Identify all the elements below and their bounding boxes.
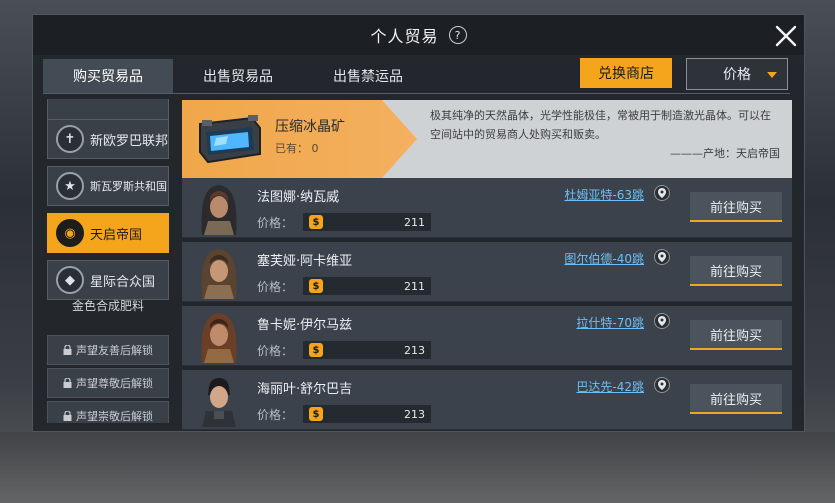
price-value: 211	[404, 279, 426, 293]
price-bar: $ 213	[303, 341, 432, 359]
trader-row: 鲁卡妮·伊尔马兹 价格： $ 213 拉什特-70跳 前往购买	[182, 306, 792, 366]
close-icon[interactable]	[774, 24, 798, 48]
price-label: 价格：	[257, 215, 294, 230]
go-buy-button[interactable]: 前往购买	[690, 384, 782, 414]
location-link[interactable]: 图尔伯德-40跳	[564, 250, 644, 267]
background-city-band	[0, 432, 835, 503]
item-origin: ———产地：天启帝国	[670, 147, 780, 160]
tab-bar: 购买贸易品 出售贸易品 出售禁运品	[43, 59, 433, 93]
tab-buy-goods[interactable]: 购买贸易品	[43, 59, 173, 93]
price-bar: $ 211	[303, 277, 432, 295]
location-link[interactable]: 杜姆亚特-63跳	[564, 186, 644, 203]
location-link[interactable]: 拉什特-70跳	[576, 314, 644, 331]
price-label: 价格：	[257, 279, 294, 294]
header-divider	[43, 93, 790, 94]
lock-icon	[63, 411, 72, 421]
price-row: 价格： $ 211	[257, 277, 435, 295]
go-buy-button[interactable]: 前往购买	[690, 192, 782, 222]
faction-name: 新欧罗巴联邦	[90, 133, 169, 149]
locked-label: 声望尊敬后解锁	[76, 377, 153, 390]
lock-icon	[63, 345, 72, 355]
trader-portrait	[190, 245, 248, 299]
trader-portrait	[190, 373, 248, 427]
trader-name: 海丽叶·舒尔巴吉	[257, 382, 353, 397]
trader-name: 鲁卡妮·伊尔马兹	[257, 318, 353, 333]
currency-icon: $	[309, 215, 324, 229]
currency-icon: $	[309, 343, 324, 357]
locked-label: 声望崇敬后解锁	[76, 410, 153, 423]
locked-item-revered: 声望崇敬后解锁	[47, 401, 169, 423]
trader-row: 海丽叶·舒尔巴吉 价格： $ 213 巴达先-42跳 前往购买	[182, 370, 792, 430]
go-buy-button[interactable]: 前往购买	[690, 256, 782, 286]
faction-name: 天启帝国	[90, 227, 143, 243]
currency-icon: $	[309, 279, 324, 293]
trader-row: 法图娜·纳瓦威 价格： $ 211 杜姆亚特-63跳 前往购买	[182, 178, 792, 238]
item-owned-count: 已有： 0	[275, 142, 319, 155]
go-buy-button[interactable]: 前往购买	[690, 320, 782, 350]
price-value: 211	[404, 215, 426, 229]
faction-name: 星际合众国	[90, 274, 156, 290]
window-title: 个人贸易	[370, 27, 439, 46]
price-value: 213	[404, 343, 426, 357]
faction-item-apocalypse-empire[interactable]: ◉ 天启帝国	[47, 213, 169, 253]
price-row: 价格： $ 211	[257, 213, 435, 231]
trader-portrait	[190, 181, 248, 235]
help-icon[interactable]: ?	[448, 26, 467, 44]
faction-item-interstellar-union[interactable]: ◆ 星际合众国	[47, 260, 169, 300]
sort-dropdown-label: 价格	[723, 67, 751, 83]
lock-icon	[63, 378, 72, 388]
price-bar: $ 211	[303, 213, 432, 231]
tab-sell-goods[interactable]: 出售贸易品	[173, 59, 303, 93]
price-row: 价格： $ 213	[257, 341, 435, 359]
item-description: 极其纯净的天然晶体，光学性能极佳，常被用于制造激光晶体。可以在空间站中的贸易商人…	[430, 109, 771, 141]
shield-emblem-icon: ◆	[56, 266, 84, 294]
caret-down-icon	[767, 72, 777, 78]
map-pin-icon[interactable]	[654, 313, 670, 329]
item-detail-card: 压缩冰晶矿 已有： 0 极其纯净的天然晶体，光学性能极佳，常被用于制造激光晶体。…	[182, 100, 792, 178]
currency-icon: $	[309, 407, 324, 421]
star-emblem-icon: ★	[56, 172, 84, 200]
map-pin-icon[interactable]	[654, 377, 670, 393]
title-bar: 个人贸易 ?	[33, 15, 804, 55]
faction-sidebar[interactable]: ✝ 新欧罗巴联邦 ★ 斯瓦罗斯共和国 ◉ 天启帝国 ◆ 星际合众国 金色合成肥料…	[47, 99, 171, 423]
map-pin-icon[interactable]	[654, 185, 670, 201]
price-value: 213	[404, 407, 426, 421]
price-row: 价格： $ 213	[257, 405, 435, 423]
trader-portrait	[190, 309, 248, 363]
locked-item-respected: 声望尊敬后解锁	[47, 368, 169, 398]
sort-dropdown[interactable]: 价格	[686, 58, 788, 90]
trade-panel: 个人贸易 ? 购买贸易品 出售贸易品 出售禁运品 兑换商店 价格 ✝ 新欧罗巴联…	[32, 14, 805, 432]
price-label: 价格：	[257, 407, 294, 422]
price-label: 价格：	[257, 343, 294, 358]
ring-emblem-icon: ◉	[56, 219, 84, 247]
cross-emblem-icon: ✝	[56, 125, 84, 153]
locked-item-friendly: 声望友善后解锁	[47, 335, 169, 365]
ice-crystal-container-icon	[199, 115, 261, 164]
faction-item-swaros[interactable]: ★ 斯瓦罗斯共和国	[47, 166, 169, 206]
exchange-shop-button[interactable]: 兑换商店	[580, 58, 672, 88]
sidebar-caption: 金色合成肥料	[71, 299, 144, 313]
faction-item-new-europa[interactable]: ✝ 新欧罗巴联邦	[47, 119, 169, 159]
tab-sell-contraband[interactable]: 出售禁运品	[303, 59, 433, 93]
trader-row: 塞芙娅·阿卡维亚 价格： $ 211 图尔伯德-40跳 前往购买	[182, 242, 792, 302]
trader-name: 塞芙娅·阿卡维亚	[257, 254, 353, 269]
locked-label: 声望友善后解锁	[76, 344, 153, 357]
price-bar: $ 213	[303, 405, 432, 423]
faction-name: 斯瓦罗斯共和国	[90, 180, 167, 193]
item-name: 压缩冰晶矿	[275, 119, 345, 135]
location-link[interactable]: 巴达先-42跳	[576, 378, 644, 395]
map-pin-icon[interactable]	[654, 249, 670, 265]
trader-name: 法图娜·纳瓦威	[257, 190, 340, 205]
